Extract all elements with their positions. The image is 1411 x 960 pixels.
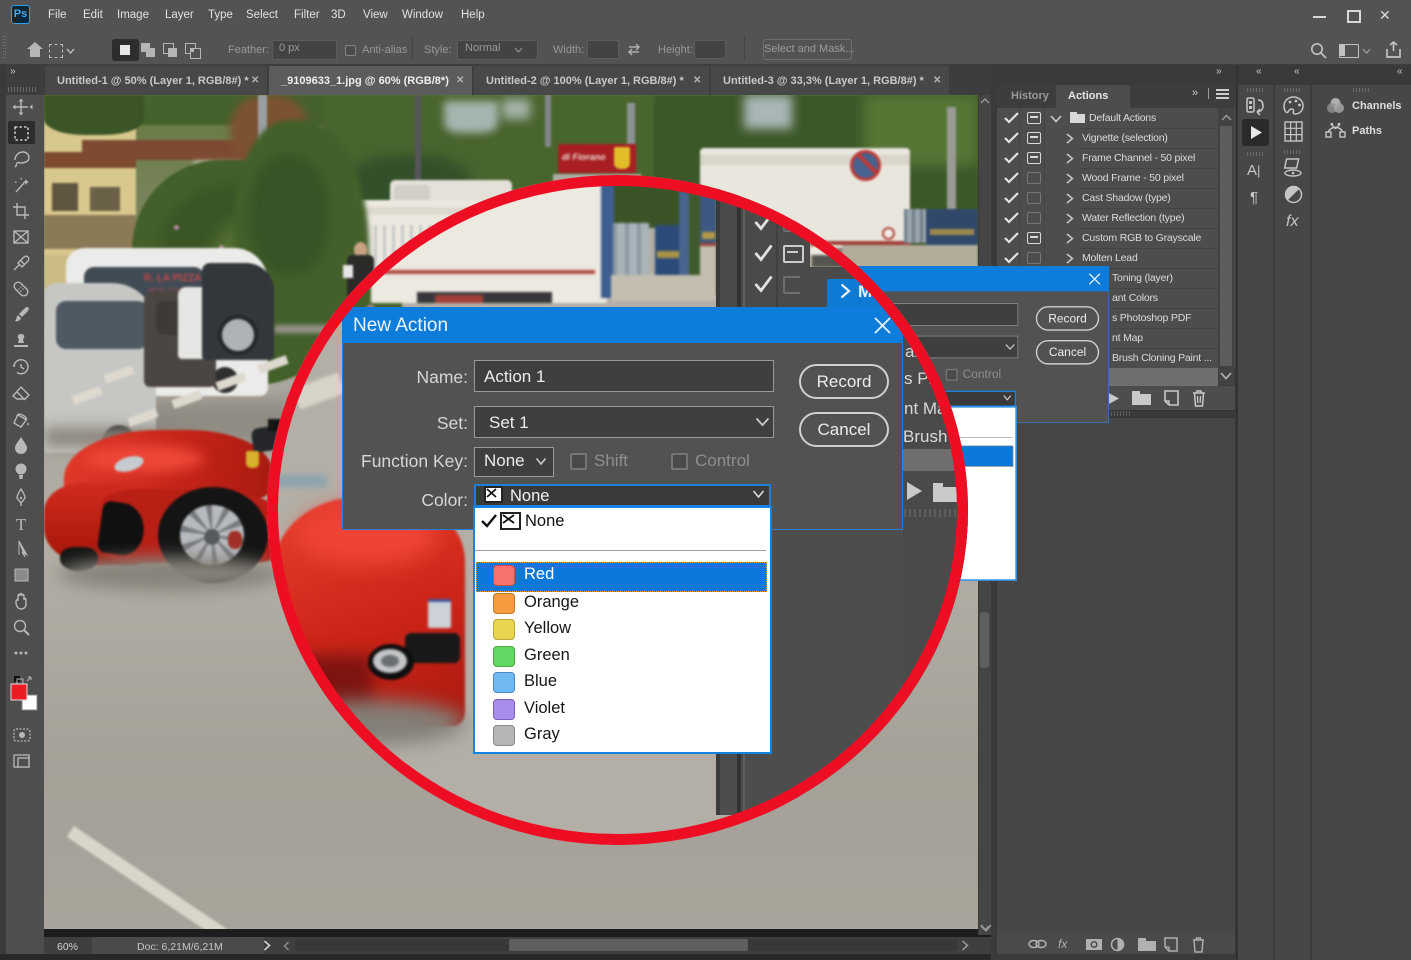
svg-text:T: T [16, 515, 27, 534]
